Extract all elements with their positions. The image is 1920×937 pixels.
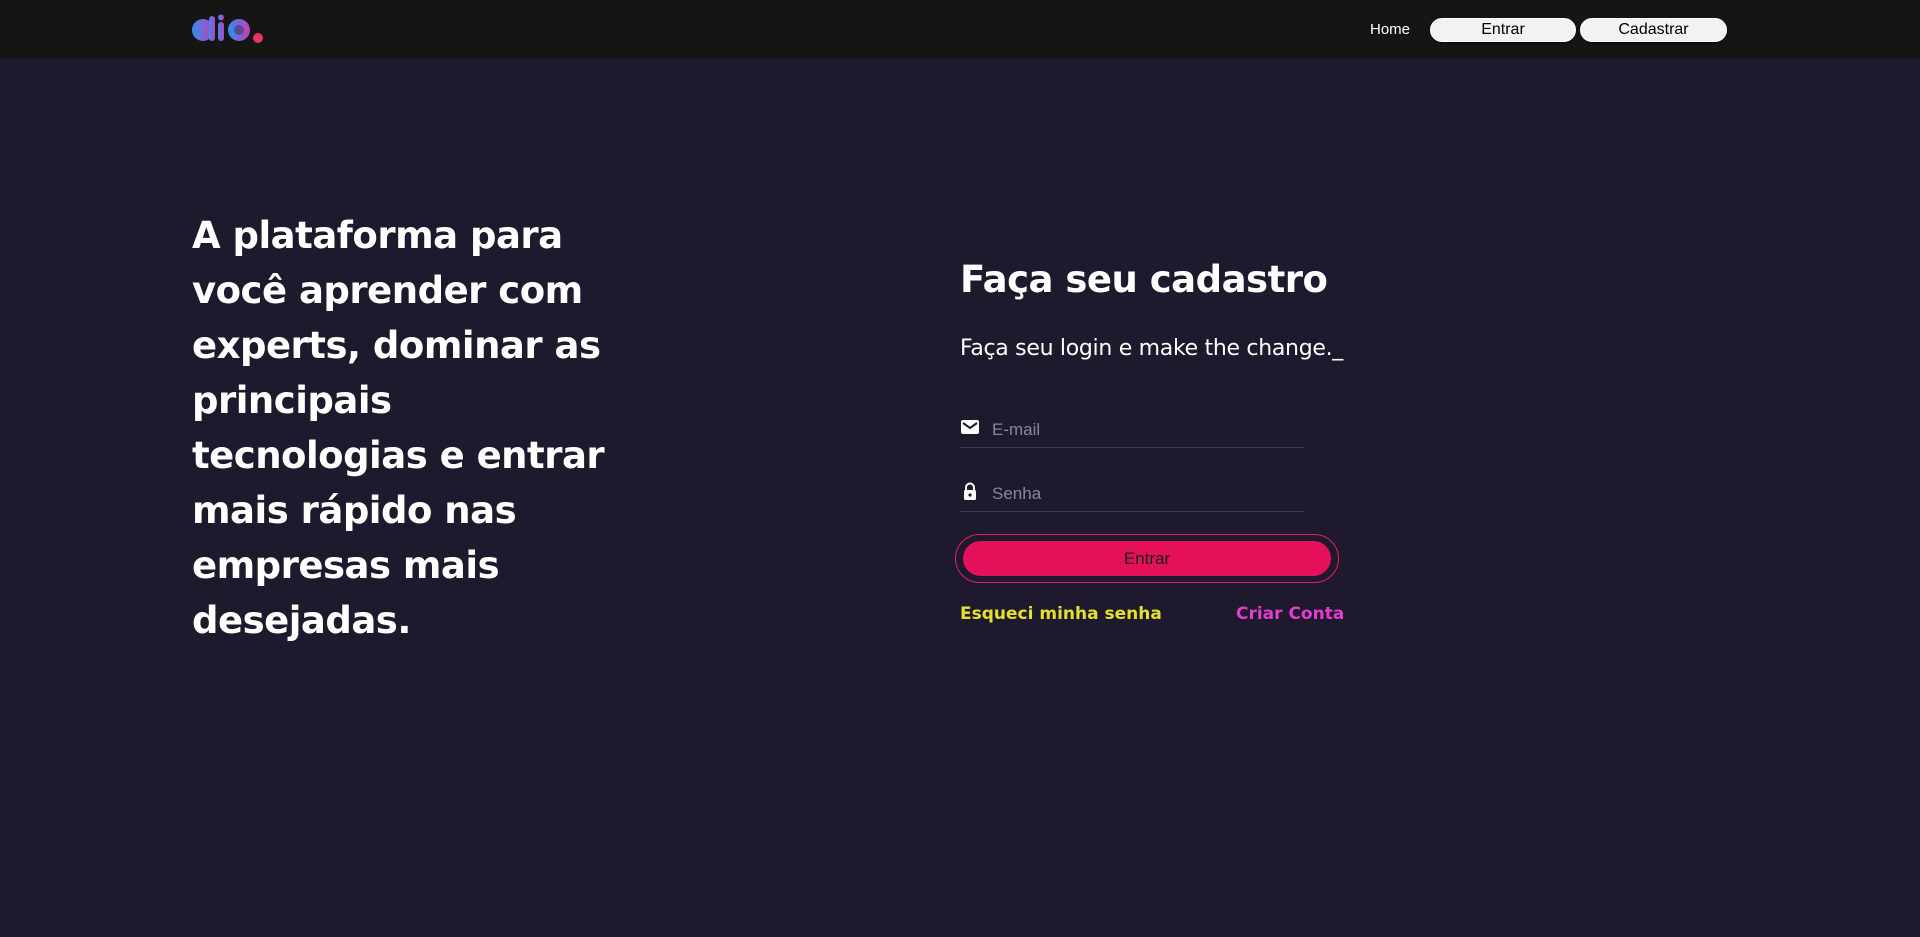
dio-logo-icon[interactable] <box>192 14 272 46</box>
mail-icon <box>961 420 979 434</box>
password-field <box>960 478 1304 512</box>
lock-icon <box>964 482 976 500</box>
create-account-link[interactable]: Criar Conta <box>1236 604 1344 624</box>
entrar-submit-button[interactable]: Entrar <box>962 540 1332 577</box>
password-input[interactable] <box>992 478 1302 510</box>
hero-headline: A plataforma para você aprender com expe… <box>192 214 605 642</box>
forgot-password-link[interactable]: Esqueci minha senha <box>960 604 1162 624</box>
nav-entrar-button[interactable]: Entrar <box>1430 18 1576 42</box>
submit-button-outline: Entrar <box>955 534 1339 583</box>
email-input[interactable] <box>992 414 1302 446</box>
form-title: Faça seu cadastro <box>960 258 1328 301</box>
form-subtitle: Faça seu login e make the change._ <box>960 336 1343 361</box>
top-navbar: Home Entrar Cadastrar <box>0 0 1920 58</box>
nav-cadastrar-button[interactable]: Cadastrar <box>1580 18 1727 42</box>
nav-home-link[interactable]: Home <box>1370 21 1410 38</box>
email-field <box>960 414 1304 448</box>
